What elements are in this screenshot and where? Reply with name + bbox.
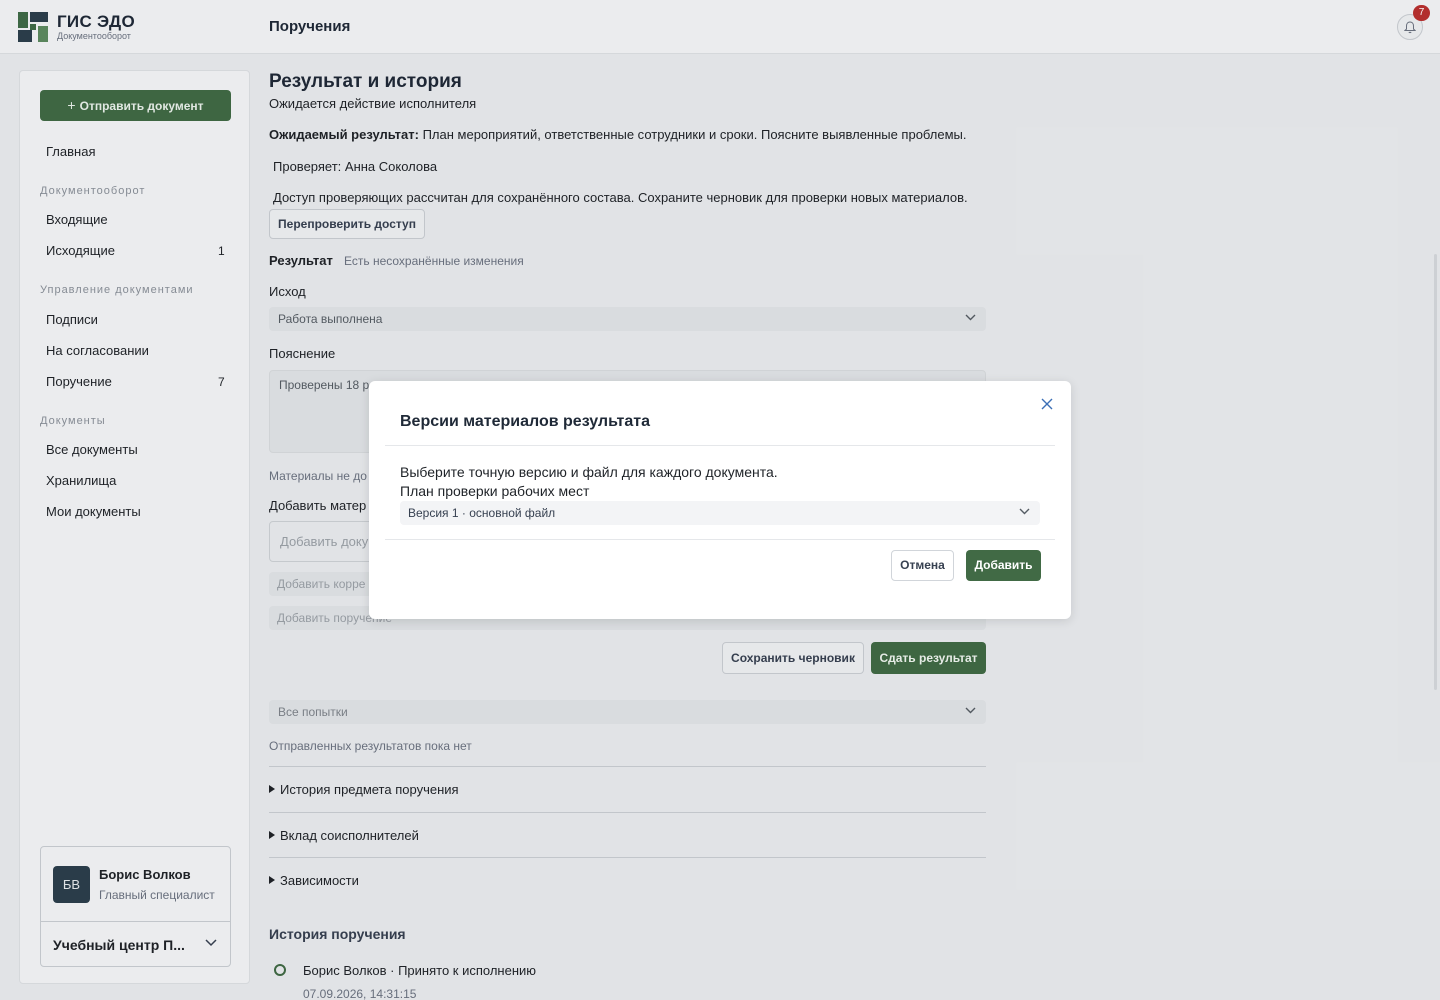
cancel-button[interactable]: Отмена xyxy=(891,550,954,581)
modal-divider xyxy=(385,445,1055,446)
add-button[interactable]: Добавить xyxy=(966,550,1041,581)
version-select[interactable]: Версия 1 · основной файл xyxy=(400,501,1040,525)
modal-instruction: Выберите точную версию и файл для каждог… xyxy=(400,464,778,480)
chevron-down-icon xyxy=(1019,508,1030,515)
modal-divider xyxy=(385,539,1055,540)
modal-document-name: План проверки рабочих мест xyxy=(400,483,590,499)
modal-title: Версии материалов результата xyxy=(400,413,650,430)
versions-modal: Версии материалов результата Выберите то… xyxy=(369,381,1071,619)
close-icon[interactable] xyxy=(1039,396,1055,412)
version-select-value: Версия 1 · основной файл xyxy=(408,506,556,520)
